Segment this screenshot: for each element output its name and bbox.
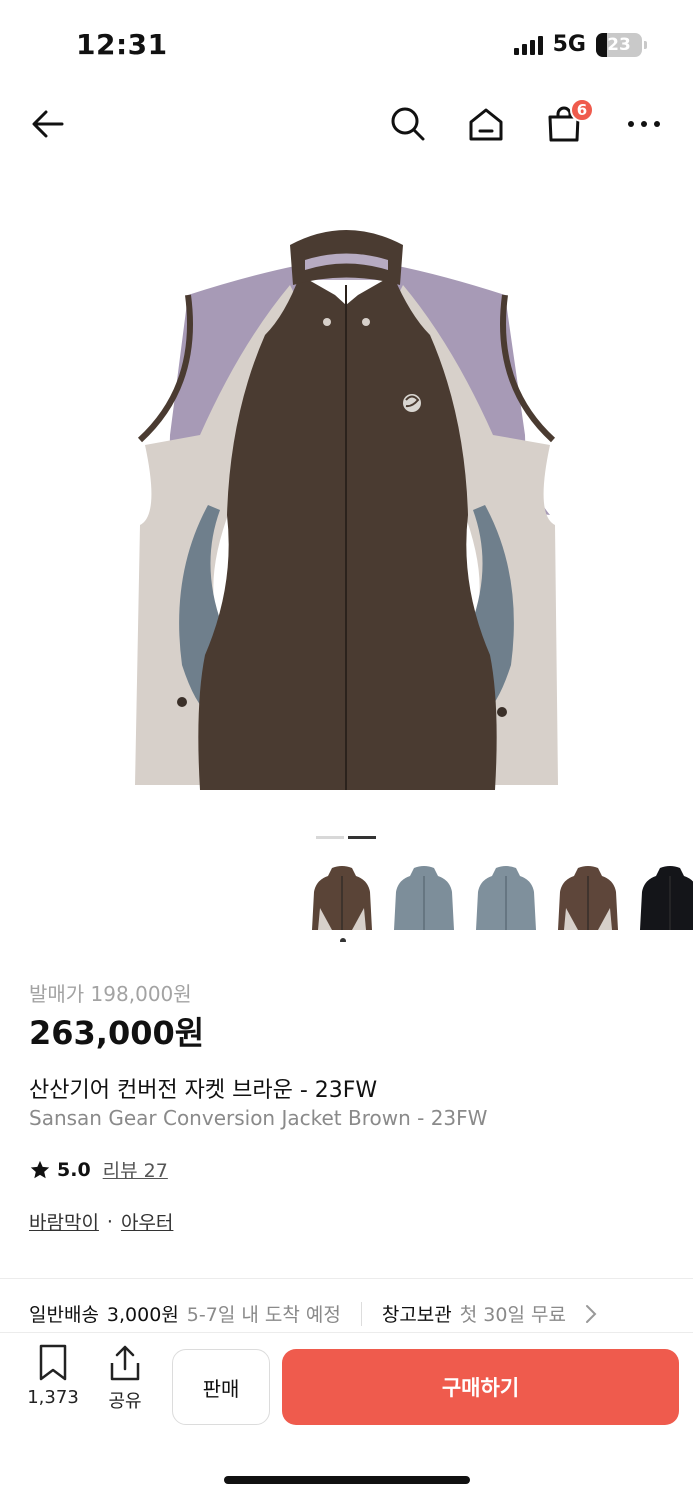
battery-cap [644, 40, 647, 49]
jacket-thumbnail [394, 866, 454, 930]
status-time: 12:31 [76, 28, 168, 61]
more-button[interactable] [620, 100, 668, 148]
image-pager [316, 836, 376, 839]
product-title-english: Sansan Gear Conversion Jacket Brown - 23… [29, 1106, 488, 1130]
top-navigation: 6 [0, 90, 693, 156]
color-option-black[interactable] [638, 862, 693, 934]
release-price: 발매가 198,000원 [29, 982, 192, 1006]
arrow-left-icon [32, 110, 64, 138]
home-button[interactable] [462, 100, 510, 148]
shipping-eta: 5-7일 내 도착 예정 [186, 1304, 341, 1326]
more-horizontal-icon [628, 121, 660, 127]
back-button[interactable] [24, 100, 72, 148]
vest-illustration [135, 230, 558, 790]
shipping-standard-fee: 3,000원 [106, 1304, 179, 1326]
signal-icon [513, 35, 543, 55]
storage-offer: 첫 30일 무료 [459, 1304, 566, 1326]
shipping-info[interactable]: 일반배송 3,000원 5-7일 내 도착 예정 창고보관 첫 30일 무료 [29, 1300, 673, 1327]
jacket-thumbnail [312, 866, 372, 930]
cart-button[interactable]: 6 [540, 98, 594, 148]
cart-count-badge: 6 [570, 98, 594, 122]
color-option-blue-gray[interactable] [392, 862, 456, 934]
section-divider [0, 1278, 693, 1279]
jacket-thumbnail [640, 866, 693, 930]
bottom-action-bar: 1,373 공유 판매 구매하기 [0, 1332, 693, 1500]
review-link[interactable]: 리뷰 27 [103, 1156, 168, 1183]
selected-indicator [340, 938, 346, 942]
category-separator: · [106, 1210, 113, 1233]
home-icon [469, 108, 503, 141]
status-indicators: 5G 23 [513, 32, 647, 57]
rating-summary: 5.0 리뷰 27 [29, 1156, 168, 1183]
shipping-separator [360, 1301, 362, 1326]
storage-label: 창고보관 [381, 1304, 452, 1326]
color-option-blue-gray-2[interactable] [474, 862, 538, 934]
pager-segment-2[interactable] [348, 836, 376, 839]
bookmark-count: 1,373 [27, 1387, 79, 1408]
home-indicator [224, 1476, 470, 1484]
chevron-right-icon [585, 1304, 597, 1323]
category-windbreaker[interactable]: 바람막이 [29, 1208, 99, 1235]
bookmark-icon [39, 1344, 67, 1381]
jacket-thumbnail [558, 866, 618, 930]
share-icon [110, 1345, 140, 1381]
share-label: 공유 [108, 1391, 142, 1412]
product-title-korean: 산산기어 컨버전 자켓 브라운 - 23FW [29, 1078, 378, 1103]
color-option-brown[interactable] [310, 862, 374, 942]
color-option-brown-2[interactable] [556, 862, 620, 934]
bookmark-button[interactable]: 1,373 [24, 1343, 82, 1408]
battery-icon: 23 [596, 32, 642, 57]
current-price: 263,000원 [29, 1014, 205, 1052]
status-bar: 12:31 5G 23 [0, 0, 693, 90]
jacket-thumbnail [476, 866, 536, 930]
search-button[interactable] [384, 100, 432, 148]
category-outer[interactable]: 아우터 [121, 1208, 173, 1235]
rating-score: 5.0 [57, 1158, 91, 1181]
sell-button[interactable]: 판매 [172, 1349, 270, 1425]
product-image[interactable] [100, 185, 593, 810]
search-icon [391, 107, 425, 141]
pager-segment-1[interactable] [316, 836, 344, 839]
buy-button[interactable]: 구매하기 [282, 1349, 679, 1425]
network-type: 5G [552, 32, 586, 57]
color-options [310, 862, 693, 942]
battery-percent: 23 [607, 34, 631, 55]
star-icon [30, 1160, 50, 1178]
battery-level [596, 32, 607, 57]
category-breadcrumb: 바람막이 · 아우터 [29, 1208, 173, 1235]
shipping-standard-label: 일반배송 [29, 1304, 99, 1326]
share-button[interactable]: 공유 [100, 1343, 150, 1413]
